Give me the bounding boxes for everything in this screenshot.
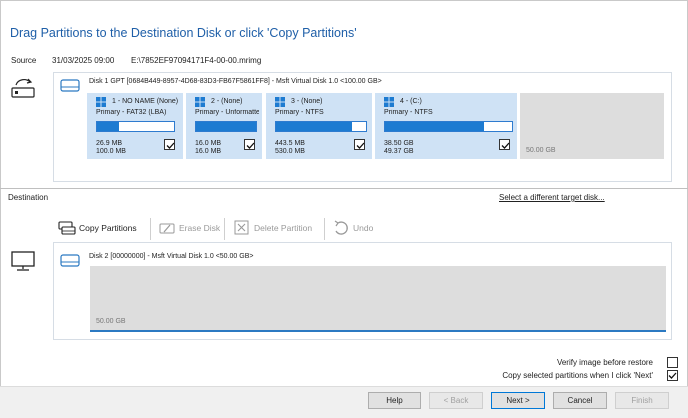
next-button[interactable]: Next > <box>491 392 545 409</box>
hard-disk-icon <box>60 254 80 267</box>
copy-partitions-icon <box>58 221 76 235</box>
section-divider <box>0 188 688 189</box>
destination-unallocated-space[interactable]: 50.00 GB <box>90 266 666 332</box>
source-disk-panel[interactable]: Disk 1 GPT [0684B449-8957-4D68-83D3-FB67… <box>53 72 672 182</box>
partition-3[interactable]: 3 - (None) Primary - NTFS 443.5 MB 530.0… <box>266 93 372 159</box>
windows-icon <box>384 97 394 107</box>
undo-label: Undo <box>353 223 374 233</box>
partition-4[interactable]: 4 - (C:) Primary - NTFS 38.50 GB 49.37 G… <box>375 93 517 159</box>
usage-bar <box>195 121 257 132</box>
usage-fill <box>385 122 485 131</box>
partition-total: 100.0 MB <box>96 148 126 155</box>
cancel-button[interactable]: Cancel <box>553 392 607 409</box>
source-unallocated-space: 50.00 GB <box>520 93 664 159</box>
verify-image-label: Verify image before restore <box>556 358 653 367</box>
unallocated-size: 50.00 GB <box>526 147 556 154</box>
partition-type: Primary - Unformatte <box>195 109 259 116</box>
page-title: Drag Partitions to the Destination Disk … <box>10 26 357 40</box>
partition-name: 4 - (C:) <box>400 98 422 105</box>
copy-on-next-label: Copy selected partitions when I click 'N… <box>502 371 653 380</box>
finish-button[interactable]: Finish <box>615 392 669 409</box>
partition-checkbox[interactable] <box>244 139 255 150</box>
partition-used: 443.5 MB <box>275 140 305 147</box>
partition-checkbox[interactable] <box>499 139 510 150</box>
destination-disk-panel[interactable]: Disk 2 [00000000] - Msft Virtual Disk 1.… <box>53 242 672 340</box>
partition-2[interactable]: 2 - (None) Primary - Unformatte 16.0 MB … <box>186 93 262 159</box>
copy-partitions-label: Copy Partitions <box>79 223 137 233</box>
monitor-icon <box>11 251 35 271</box>
partition-checkbox[interactable] <box>164 139 175 150</box>
copy-on-next-checkbox[interactable] <box>667 370 678 381</box>
usage-fill <box>276 122 352 131</box>
partition-used: 38.50 GB <box>384 140 414 147</box>
undo-button[interactable]: Undo <box>332 216 373 240</box>
copy-partitions-button[interactable]: Copy Partitions <box>58 216 137 240</box>
windows-icon <box>195 97 205 107</box>
back-button[interactable]: < Back <box>429 392 483 409</box>
hard-disk-icon <box>60 79 80 92</box>
partition-total: 16.0 MB <box>195 148 222 155</box>
delete-partition-button[interactable]: Delete Partition <box>233 216 312 240</box>
partition-type: Primary - NTFS <box>275 109 324 116</box>
usage-bar <box>275 121 367 132</box>
partition-total: 49.37 GB <box>384 148 414 155</box>
source-path: E:\7852EF97094171F4-00-00.mrimg <box>131 56 262 65</box>
partition-checkbox[interactable] <box>354 139 365 150</box>
undo-icon <box>334 220 348 235</box>
toolbar-separator <box>224 218 225 240</box>
partition-type: Primary - FAT32 (LBA) <box>96 109 167 116</box>
unallocated-size: 50.00 GB <box>96 318 126 325</box>
erase-disk-label: Erase Disk <box>179 223 221 233</box>
partition-name: 2 - (None) <box>211 98 243 105</box>
eraser-icon <box>159 223 175 234</box>
partition-1[interactable]: 1 - NO NAME (None) Primary - FAT32 (LBA)… <box>87 93 183 159</box>
usage-bar <box>96 121 175 132</box>
source-label: Source <box>11 56 37 65</box>
source-date: 31/03/2025 09:00 <box>52 56 115 65</box>
image-source-icon <box>11 78 35 98</box>
destination-disk-header: Disk 2 [00000000] - Msft Virtual Disk 1.… <box>89 253 254 260</box>
select-target-disk-link[interactable]: Select a different target disk... <box>499 193 605 202</box>
verify-image-checkbox[interactable] <box>667 357 678 368</box>
partition-used: 26.9 MB <box>96 140 123 147</box>
destination-label: Destination <box>8 193 49 202</box>
delete-partition-icon <box>234 220 249 235</box>
partition-total: 530.0 MB <box>275 148 305 155</box>
toolbar-separator <box>324 218 325 240</box>
partition-used: 16.0 MB <box>195 140 222 147</box>
usage-fill <box>196 122 256 131</box>
toolbar-separator <box>150 218 151 240</box>
partition-type: Primary - NTFS <box>384 109 433 116</box>
usage-bar <box>384 121 513 132</box>
partition-name: 1 - NO NAME (None) <box>112 98 179 105</box>
delete-partition-label: Delete Partition <box>254 223 313 233</box>
windows-icon <box>275 97 285 107</box>
partition-name: 3 - (None) <box>291 98 323 105</box>
help-button[interactable]: Help <box>368 392 421 409</box>
usage-fill <box>97 122 119 131</box>
source-disk-header: Disk 1 GPT [0684B449-8957-4D68-83D3-FB67… <box>89 78 382 85</box>
erase-disk-button[interactable]: Erase Disk <box>158 216 220 240</box>
windows-icon <box>96 97 106 107</box>
